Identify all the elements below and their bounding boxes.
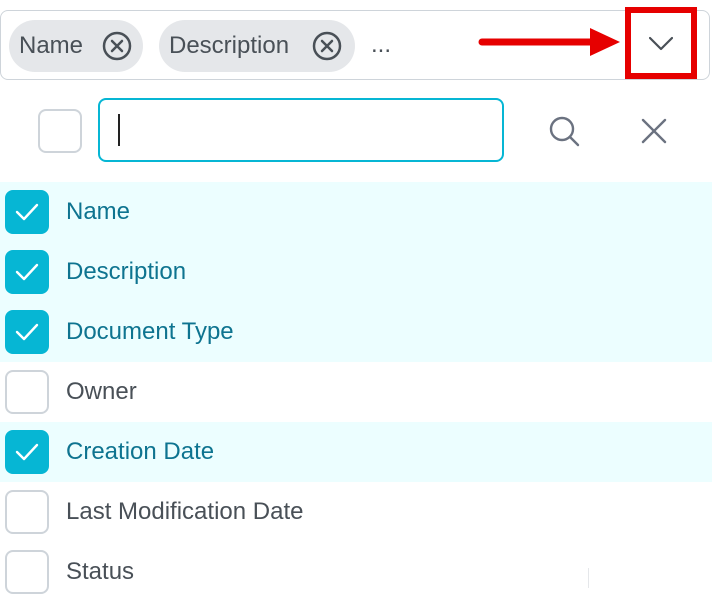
checkmark-icon bbox=[15, 323, 39, 341]
option-checkbox[interactable] bbox=[5, 490, 49, 534]
option-checkbox[interactable] bbox=[5, 550, 49, 594]
dropdown-trigger-button[interactable] bbox=[625, 7, 697, 79]
close-icon[interactable] bbox=[636, 113, 672, 149]
option-item[interactable]: Status bbox=[0, 542, 712, 602]
checkmark-icon bbox=[15, 263, 39, 281]
option-label: Last Modification Date bbox=[66, 498, 304, 525]
chip-label: Description bbox=[169, 32, 290, 59]
text-caret bbox=[118, 114, 120, 146]
option-item[interactable]: Name bbox=[0, 182, 712, 242]
option-label: Creation Date bbox=[66, 438, 215, 465]
select-all-checkbox[interactable] bbox=[38, 109, 82, 153]
option-label: Document Type bbox=[66, 318, 234, 345]
checkmark-icon bbox=[15, 443, 39, 461]
chip-description: Description bbox=[159, 20, 355, 72]
chip-label: Name bbox=[19, 32, 84, 59]
option-item[interactable]: Owner bbox=[0, 362, 712, 422]
scroll-edge bbox=[588, 568, 589, 588]
search-icon bbox=[549, 116, 580, 147]
option-checkbox[interactable] bbox=[5, 430, 49, 474]
overflow-indicator: ... bbox=[371, 31, 392, 58]
option-list: Name Description Document Type Owner Cre… bbox=[0, 182, 712, 594]
option-item[interactable]: Description bbox=[0, 242, 712, 302]
option-item[interactable]: Document Type bbox=[0, 302, 712, 362]
annotation-arrow bbox=[478, 28, 620, 56]
option-label: Description bbox=[66, 258, 187, 285]
option-checkbox[interactable] bbox=[5, 250, 49, 294]
option-label: Owner bbox=[66, 378, 137, 405]
remove-chip-icon[interactable] bbox=[311, 30, 343, 62]
option-label: Status bbox=[66, 558, 135, 585]
panel-header bbox=[0, 82, 712, 183]
option-item[interactable]: Creation Date bbox=[0, 422, 712, 482]
option-checkbox[interactable] bbox=[5, 370, 49, 414]
option-checkbox[interactable] bbox=[5, 310, 49, 354]
chevron-down-icon bbox=[649, 36, 673, 51]
chip-name: Name bbox=[9, 20, 143, 72]
option-checkbox[interactable] bbox=[5, 190, 49, 234]
checkmark-icon bbox=[15, 203, 39, 221]
filter-input[interactable] bbox=[98, 98, 504, 162]
option-item[interactable]: Last Modification Date bbox=[0, 482, 712, 542]
remove-chip-icon[interactable] bbox=[101, 30, 133, 62]
option-label: Name bbox=[66, 198, 131, 225]
